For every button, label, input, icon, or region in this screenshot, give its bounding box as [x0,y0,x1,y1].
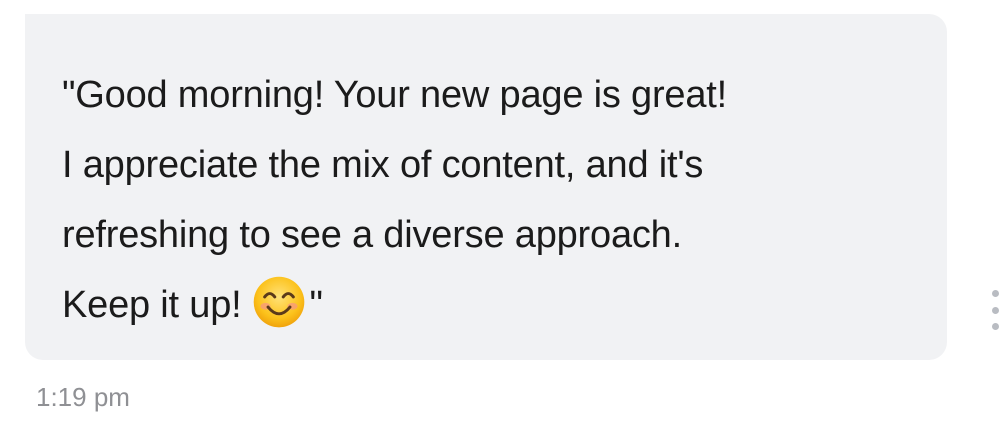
chat-screen: "Good morning! Your new page is great! I… [0,0,1007,437]
message-line: "Good morning! Your new page is great! [62,74,727,116]
message-line: I appreciate the mix of content, and it'… [62,144,704,186]
vertical-ellipsis-icon [991,323,999,330]
message-line-text: Keep it up! [62,284,242,326]
message-bubble[interactable]: "Good morning! Your new page is great! I… [25,14,947,360]
vertical-ellipsis-icon [991,306,999,314]
smiling-face-icon [252,275,306,329]
message-line: refreshing to see a diverse approach. [62,214,682,256]
more-options-button[interactable] [987,290,1003,330]
closing-quote: " [309,284,324,326]
message-timestamp: 1:19 pm [36,382,130,412]
vertical-ellipsis-icon [991,290,999,297]
message-last-line: Keep it up! " [62,270,917,340]
